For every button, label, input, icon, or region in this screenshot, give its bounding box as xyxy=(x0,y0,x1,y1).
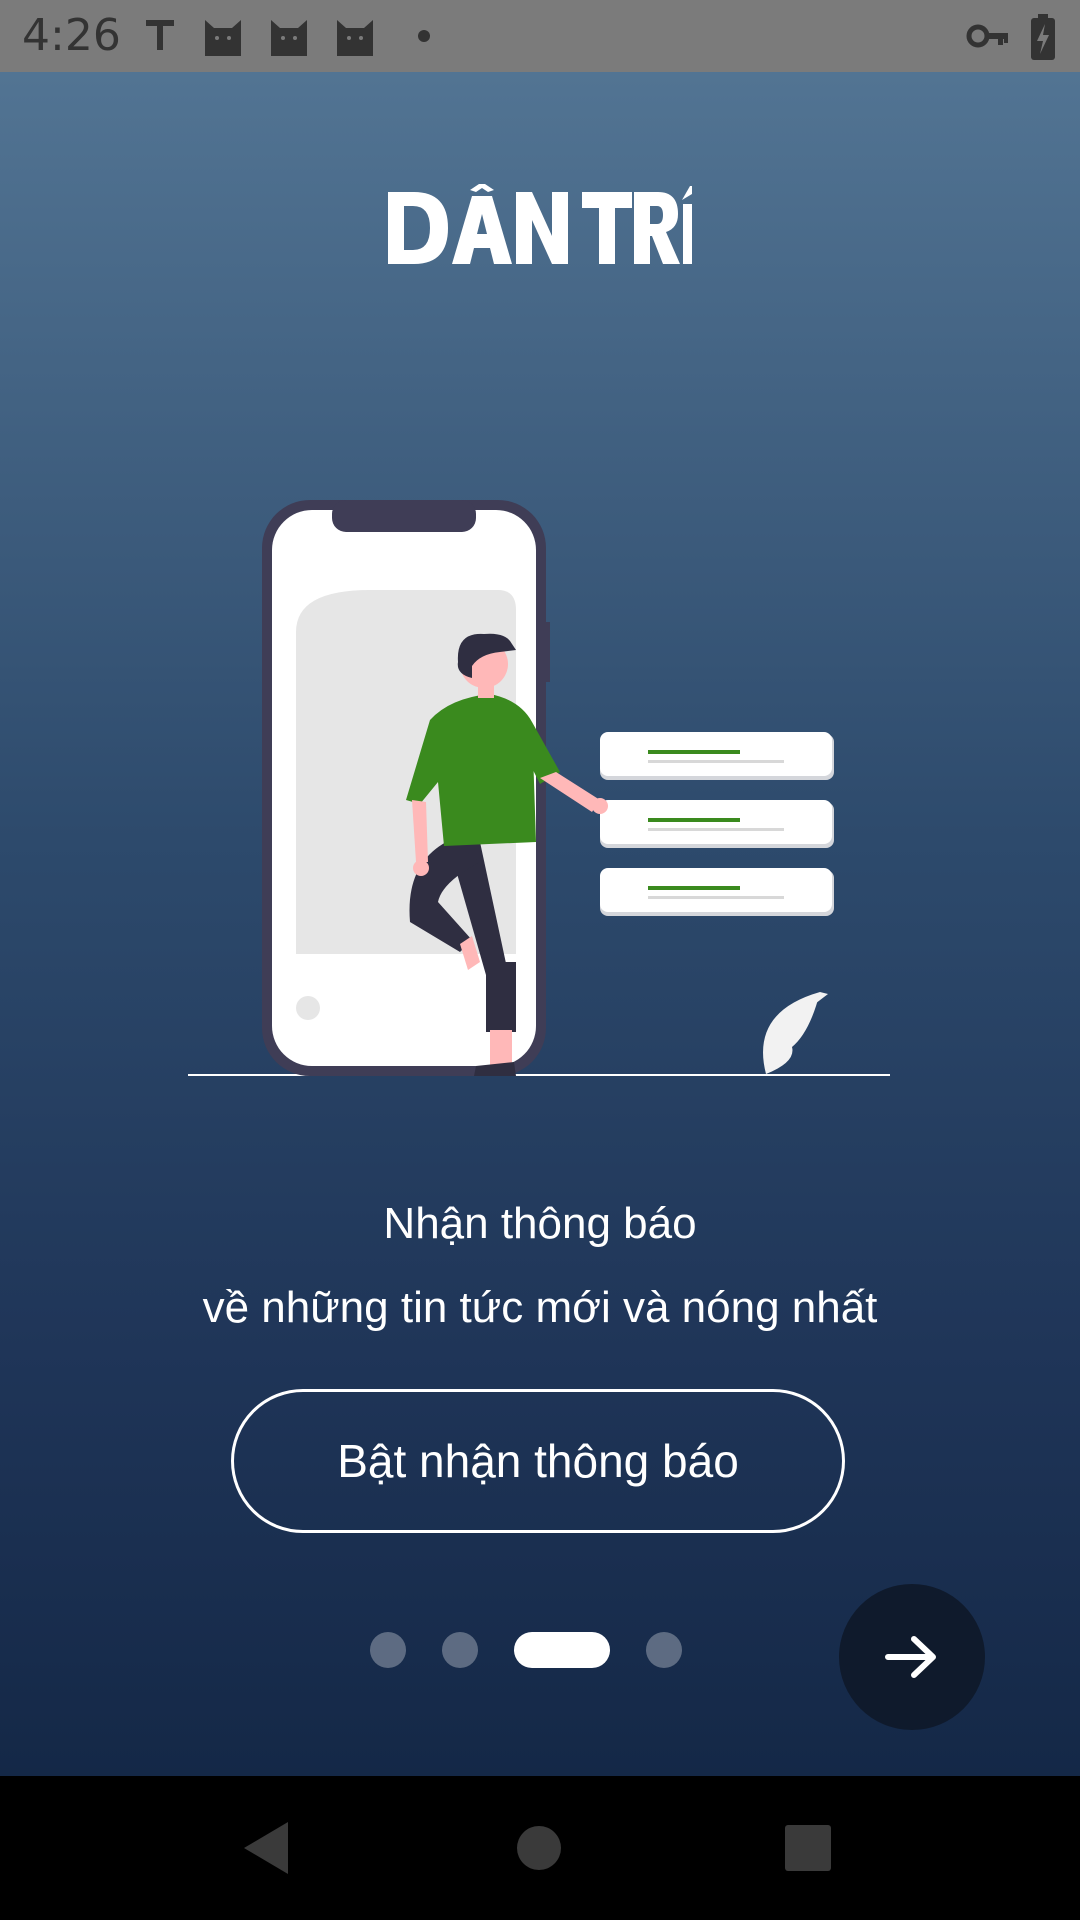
next-button[interactable] xyxy=(839,1584,985,1730)
status-bar: 4:26 xyxy=(0,0,1080,72)
key-icon xyxy=(966,24,1008,48)
headline-line-2: về những tin tức mới và nóng nhất xyxy=(202,1283,878,1332)
battery-charging-icon xyxy=(1031,14,1055,60)
cat-icon xyxy=(337,20,373,56)
enable-notifications-button[interactable]: Bật nhận thông báo xyxy=(231,1389,845,1533)
headline-line-1: Nhận thông báo xyxy=(383,1199,697,1248)
pager-dot-active xyxy=(514,1632,610,1668)
pager-dot xyxy=(646,1632,682,1668)
text-t-icon xyxy=(146,20,174,50)
notification-phone-person-illustration xyxy=(180,422,900,1082)
cat-icon xyxy=(271,20,307,56)
back-icon[interactable] xyxy=(236,1816,300,1880)
arrow-right-icon xyxy=(885,1636,936,1678)
pager-dot xyxy=(370,1632,406,1668)
dot-icon xyxy=(418,30,430,42)
recents-icon[interactable] xyxy=(776,1816,840,1880)
home-icon[interactable] xyxy=(507,1816,571,1880)
navigation-bar xyxy=(0,1776,1080,1920)
status-time: 4:26 xyxy=(22,10,121,61)
headline: Nhận thông báo về những tin tức mới và n… xyxy=(0,1182,1080,1350)
dan-tri-logo xyxy=(386,182,692,264)
enable-notifications-label: Bật nhận thông báo xyxy=(337,1435,739,1487)
cat-icon xyxy=(205,20,241,56)
pager-dot xyxy=(442,1632,478,1668)
onboarding-screen: Nhận thông báo về những tin tức mới và n… xyxy=(0,72,1080,1776)
